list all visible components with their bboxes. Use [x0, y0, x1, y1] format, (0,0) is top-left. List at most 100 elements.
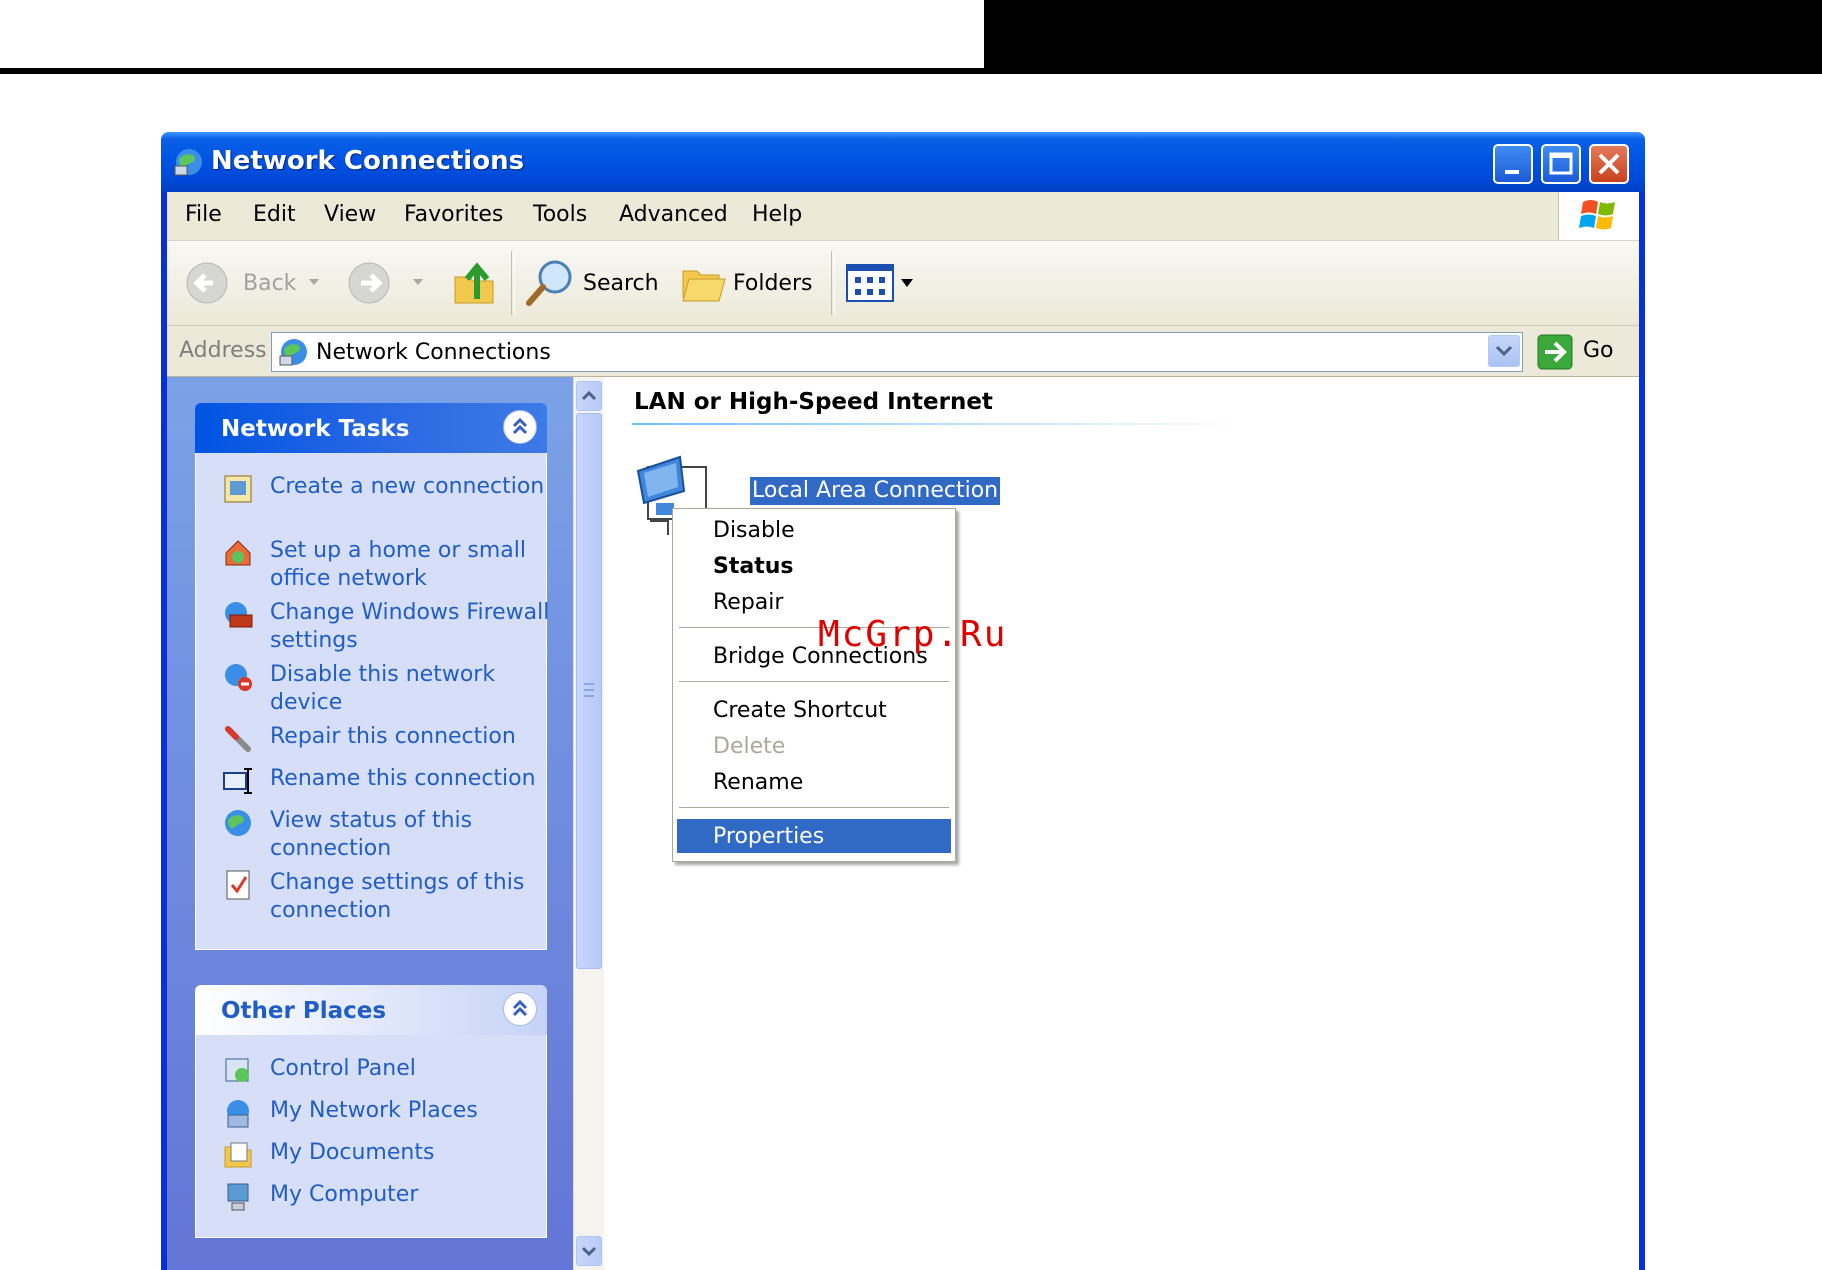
chevron-up-icon [512, 417, 528, 435]
network-places-icon [227, 1100, 249, 1128]
menu-view[interactable]: View [324, 202, 376, 227]
task-label[interactable]: Disable this network device [270, 661, 550, 717]
network-connections-icon [279, 339, 307, 366]
home-network-icon [225, 540, 251, 566]
network-tasks-panel: Network Tasks Create a new connection Se… [195, 403, 550, 950]
local-area-connection-label[interactable]: Local Area Connection [750, 477, 1001, 505]
up-folder-icon[interactable] [451, 257, 499, 307]
forward-arrow-icon[interactable] [347, 261, 391, 305]
status-icon [225, 810, 251, 836]
minimize-button[interactable] [1493, 144, 1533, 184]
maximize-button[interactable] [1541, 144, 1581, 184]
menu-advanced[interactable]: Advanced [619, 202, 728, 227]
folders-button-label[interactable]: Folders [733, 271, 812, 296]
close-icon [1598, 153, 1620, 175]
settings-icon [226, 870, 250, 900]
task-label[interactable]: Change Windows Firewall settings [270, 599, 550, 655]
group-header: LAN or High-Speed Internet [634, 389, 993, 415]
ctx-delete: Delete [677, 729, 951, 763]
other-places-header[interactable]: Other Places [195, 985, 547, 1035]
window-title: Network Connections [211, 146, 525, 176]
go-button-label[interactable]: Go [1583, 338, 1614, 363]
ctx-properties[interactable]: Properties [677, 819, 951, 853]
ctx-label: Rename [713, 770, 804, 795]
rename-icon [223, 768, 252, 794]
menu-favorites[interactable]: Favorites [404, 202, 503, 227]
control-panel-icon [225, 1058, 249, 1082]
new-connection-icon [224, 475, 252, 503]
place-label[interactable]: My Computer [270, 1181, 550, 1209]
toolbar-separator [511, 251, 515, 315]
scroll-down-button[interactable] [576, 1236, 602, 1266]
chevron-up-icon [512, 999, 528, 1017]
ctx-rename[interactable]: Rename [677, 765, 951, 799]
ctx-label: Repair [713, 590, 784, 615]
menu-tools[interactable]: Tools [533, 202, 587, 227]
address-dropdown-button[interactable] [1488, 335, 1520, 367]
computer-icon [227, 1183, 249, 1211]
place-label[interactable]: Control Panel [270, 1055, 550, 1083]
network-tasks-title: Network Tasks [221, 416, 410, 442]
task-label[interactable]: Set up a home or small office network [270, 537, 550, 593]
place-label[interactable]: My Documents [270, 1139, 550, 1167]
back-arrow-icon[interactable] [185, 261, 229, 305]
task-label[interactable]: Rename this connection [270, 765, 550, 793]
views-icon[interactable] [845, 261, 915, 305]
ctx-label: Status [713, 554, 794, 579]
network-connections-icon [174, 149, 202, 176]
task-pane-scrollbar[interactable] [573, 377, 604, 1270]
back-button-label[interactable]: Back [243, 271, 296, 296]
firewall-icon [225, 602, 253, 628]
other-places-panel: Other Places Control Panel My Network Pl… [195, 985, 547, 1238]
chevron-up-icon [581, 390, 597, 401]
title-bar[interactable]: Network Connections [161, 132, 1645, 192]
task-label[interactable]: View status of this connection [270, 807, 550, 863]
task-label[interactable]: Repair this connection [270, 723, 550, 751]
address-field[interactable]: Network Connections [271, 332, 1523, 372]
minimize-icon [1505, 170, 1519, 174]
folders-icon[interactable] [679, 257, 729, 307]
address-label: Address [179, 338, 267, 363]
chevron-down-icon [581, 1246, 597, 1257]
task-label[interactable]: Change settings of this connection [270, 869, 550, 925]
network-tasks-body: Create a new connection Set up a home or… [195, 453, 550, 950]
toolbar-separator [831, 251, 835, 315]
ctx-label: Disable [713, 518, 795, 543]
ctx-disable[interactable]: Disable [677, 513, 951, 547]
close-button[interactable] [1589, 144, 1629, 184]
other-places-collapse-button[interactable] [503, 992, 537, 1026]
ctx-label: Delete [713, 734, 786, 759]
menu-edit[interactable]: Edit [253, 202, 296, 227]
ctx-label: Properties [713, 824, 825, 849]
scroll-thumb[interactable] [576, 413, 602, 969]
ctx-label: Create Shortcut [713, 698, 887, 723]
network-tasks-collapse-button[interactable] [503, 410, 537, 444]
search-button-label[interactable]: Search [583, 271, 659, 296]
search-icon[interactable] [523, 255, 577, 309]
repair-icon [225, 726, 251, 752]
ctx-status[interactable]: Status [677, 549, 951, 583]
watermark-text: McGrp.Ru [818, 614, 1008, 655]
other-places-body: Control Panel My Network Places My Docum… [195, 1035, 547, 1238]
menu-file[interactable]: File [185, 202, 222, 227]
chevron-down-icon [1495, 345, 1513, 357]
documents-icon [224, 1142, 252, 1168]
menu-bar: File Edit View Favorites Tools Advanced … [167, 192, 1639, 241]
windows-logo [1558, 192, 1639, 240]
back-dropdown-icon[interactable] [307, 277, 321, 287]
forward-dropdown-icon[interactable] [411, 277, 425, 287]
task-label[interactable]: Create a new connection [270, 473, 550, 501]
place-label[interactable]: My Network Places [270, 1097, 550, 1125]
address-bar: Address Network Connections Go [167, 326, 1639, 377]
menu-help[interactable]: Help [752, 202, 802, 227]
ctx-separator [679, 681, 949, 682]
scroll-up-button[interactable] [576, 381, 602, 411]
windows-flag-icon [1579, 200, 1615, 230]
ctx-separator [679, 807, 949, 808]
go-arrow-icon[interactable] [1537, 334, 1573, 370]
grip-icon [584, 683, 594, 697]
network-tasks-header[interactable]: Network Tasks [195, 403, 547, 453]
disable-device-icon [225, 664, 252, 691]
document-header-block [984, 0, 1822, 74]
ctx-create-shortcut[interactable]: Create Shortcut [677, 693, 951, 727]
